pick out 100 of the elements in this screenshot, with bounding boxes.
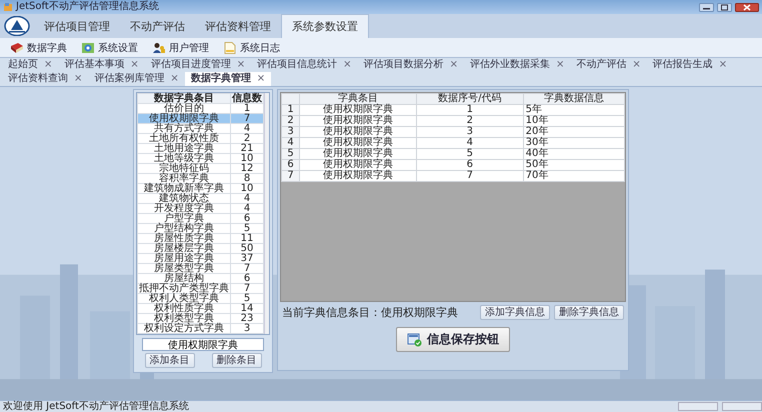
tab-close-button[interactable]: ×: [718, 59, 728, 71]
table-cell[interactable]: 2: [416, 116, 524, 126]
tab-label[interactable]: 数据字典管理: [190, 73, 251, 85]
row-number: 1: [282, 104, 300, 116]
document-tab[interactable]: 评估项目进度管理 ×: [144, 58, 252, 72]
tab-label[interactable]: 评估外业数据采集: [470, 59, 550, 71]
table-cell[interactable]: 土地等级字典: [138, 154, 230, 164]
document-tab[interactable]: 评估外业数据采集 ×: [464, 58, 570, 72]
table-cell[interactable]: 4: [416, 138, 524, 148]
menu-tab[interactable]: 评估资料管理: [195, 14, 281, 38]
table-cell[interactable]: 权利性质字典: [138, 304, 230, 314]
toolbar-button[interactable]: 系统设置: [75, 40, 144, 56]
column-header[interactable]: 字典数据信息: [523, 94, 624, 104]
table-cell[interactable]: 容积率字典: [138, 174, 230, 184]
column-header[interactable]: 信息数: [230, 94, 264, 104]
row-number: 4: [282, 138, 300, 148]
tab-close-button[interactable]: ×: [170, 73, 179, 85]
button[interactable]: 添加字典信息: [480, 305, 550, 320]
table-cell[interactable]: 30年: [523, 138, 624, 148]
document-tab[interactable]: 评估报告生成 ×: [646, 58, 734, 72]
toolbar-button[interactable]: 用户管理: [146, 40, 215, 56]
toolbar-button[interactable]: 系统日志: [217, 40, 286, 56]
document-tab[interactable]: 不动产评估 ×: [570, 58, 647, 72]
tab-label[interactable]: 起始页: [8, 59, 38, 71]
table-cell[interactable]: 使用权期限字典: [300, 170, 416, 182]
table-cell[interactable]: 70年: [523, 170, 624, 182]
menu-tab[interactable]: 系统参数设置: [281, 14, 369, 38]
table-cell[interactable]: 20年: [523, 126, 624, 138]
table-cell[interactable]: 土地用途字典: [138, 144, 230, 154]
table-cell[interactable]: 权利类型字典: [138, 314, 230, 324]
table-cell[interactable]: 房屋类型字典: [138, 264, 230, 274]
tab-close-button[interactable]: ×: [450, 59, 458, 71]
tab-label[interactable]: 不动产评估: [576, 59, 626, 71]
tab-close-button[interactable]: ×: [74, 73, 82, 85]
document-tab[interactable]: 评估基本事项 ×: [58, 58, 145, 72]
row-number: 2: [282, 116, 300, 126]
button[interactable]: 添加条目: [144, 353, 194, 368]
table-cell[interactable]: 5: [416, 148, 524, 160]
table-cell[interactable]: 房屋结构: [138, 274, 230, 284]
table-cell[interactable]: 使用权期限字典: [300, 126, 416, 138]
table-cell[interactable]: 使用权期限字典: [300, 116, 416, 126]
table-cell[interactable]: 房屋楼层字典: [138, 244, 230, 254]
table-cell[interactable]: 7: [416, 170, 524, 182]
table-cell[interactable]: 6: [416, 160, 524, 170]
table-cell[interactable]: 开发程度字典: [138, 204, 230, 214]
tab-close-button[interactable]: ×: [632, 59, 641, 71]
table-cell[interactable]: 房屋用途字典: [138, 254, 230, 264]
column-header[interactable]: 字典条目: [300, 94, 416, 104]
tab-label[interactable]: 评估案例库管理: [94, 73, 164, 85]
tab-label[interactable]: 评估基本事项: [64, 59, 124, 71]
table-cell[interactable]: 使用权期限字典: [138, 114, 230, 124]
column-header[interactable]: 数据序号/代码: [416, 94, 524, 104]
menu-tab[interactable]: 不动产评估: [120, 14, 195, 38]
table-cell[interactable]: 户型字典: [138, 214, 230, 224]
document-tab[interactable]: 评估项目信息统计 ×: [251, 58, 358, 72]
tab-close-button[interactable]: ×: [556, 59, 564, 71]
tab-close-button[interactable]: ×: [44, 59, 52, 71]
menu-tab[interactable]: 评估项目管理: [34, 14, 120, 38]
tab-label[interactable]: 评估项目数据分析: [364, 59, 444, 71]
tab-close-button[interactable]: ×: [130, 59, 139, 71]
table-cell[interactable]: 宗地特征码: [138, 164, 230, 174]
document-tab[interactable]: 起始页 ×: [2, 58, 58, 72]
toolbar-button[interactable]: 数据字典: [4, 40, 73, 56]
tab-close-button[interactable]: ×: [343, 59, 352, 71]
table-cell[interactable]: 使用权期限字典: [300, 138, 416, 148]
button[interactable]: 删除字典信息: [554, 305, 624, 320]
table-cell[interactable]: 抵押不动产类型字典: [138, 284, 230, 294]
table-cell[interactable]: 土地所有权性质: [138, 134, 230, 144]
table-cell[interactable]: 建筑物成新率字典: [138, 184, 230, 194]
table-cell[interactable]: 10年: [523, 116, 624, 126]
table-cell[interactable]: 3: [416, 126, 524, 138]
table-cell[interactable]: 建筑物状态: [138, 194, 230, 204]
tab-close-button[interactable]: ×: [256, 73, 266, 85]
document-tab[interactable]: 评估案例库管理 ×: [88, 72, 185, 86]
tab-label[interactable]: 评估资料查询: [8, 73, 68, 85]
row-number: 6: [282, 160, 300, 170]
table-cell[interactable]: 40年: [523, 148, 624, 160]
table-cell[interactable]: 使用权期限字典: [300, 148, 416, 160]
tab-label[interactable]: 评估项目信息统计: [257, 59, 338, 71]
tab-label[interactable]: 评估项目进度管理: [150, 59, 231, 71]
table-cell[interactable]: 户型结构字典: [138, 224, 230, 234]
column-header[interactable]: 数据字典条目: [138, 94, 230, 104]
input-field[interactable]: 使用权期限字典: [142, 338, 264, 351]
table-cell[interactable]: 50年: [523, 160, 624, 170]
table-cell[interactable]: 使用权期限字典: [300, 160, 416, 170]
table-cell[interactable]: 使用权期限字典: [300, 104, 416, 116]
document-tab[interactable]: 数据字典管理 ×: [184, 72, 272, 86]
document-tab[interactable]: 评估项目数据分析 ×: [358, 58, 464, 72]
table-cell[interactable]: 共有方式字典: [138, 124, 230, 134]
button[interactable]: 删除条目: [212, 353, 262, 368]
table-cell[interactable]: 房屋性质字典: [138, 234, 230, 244]
tab-close-button[interactable]: ×: [236, 59, 246, 71]
document-tab[interactable]: 评估资料查询 ×: [2, 72, 88, 86]
row-number: 3: [282, 126, 300, 138]
table-cell[interactable]: 权利设定方式字典: [138, 324, 230, 334]
table-cell[interactable]: 5年: [523, 104, 624, 116]
save-button[interactable]: 信息保存按钮: [396, 327, 510, 352]
tab-label[interactable]: 评估报告生成: [652, 59, 713, 71]
table-cell[interactable]: 权利人类型字典: [138, 294, 230, 304]
table-cell[interactable]: 1: [416, 104, 524, 116]
